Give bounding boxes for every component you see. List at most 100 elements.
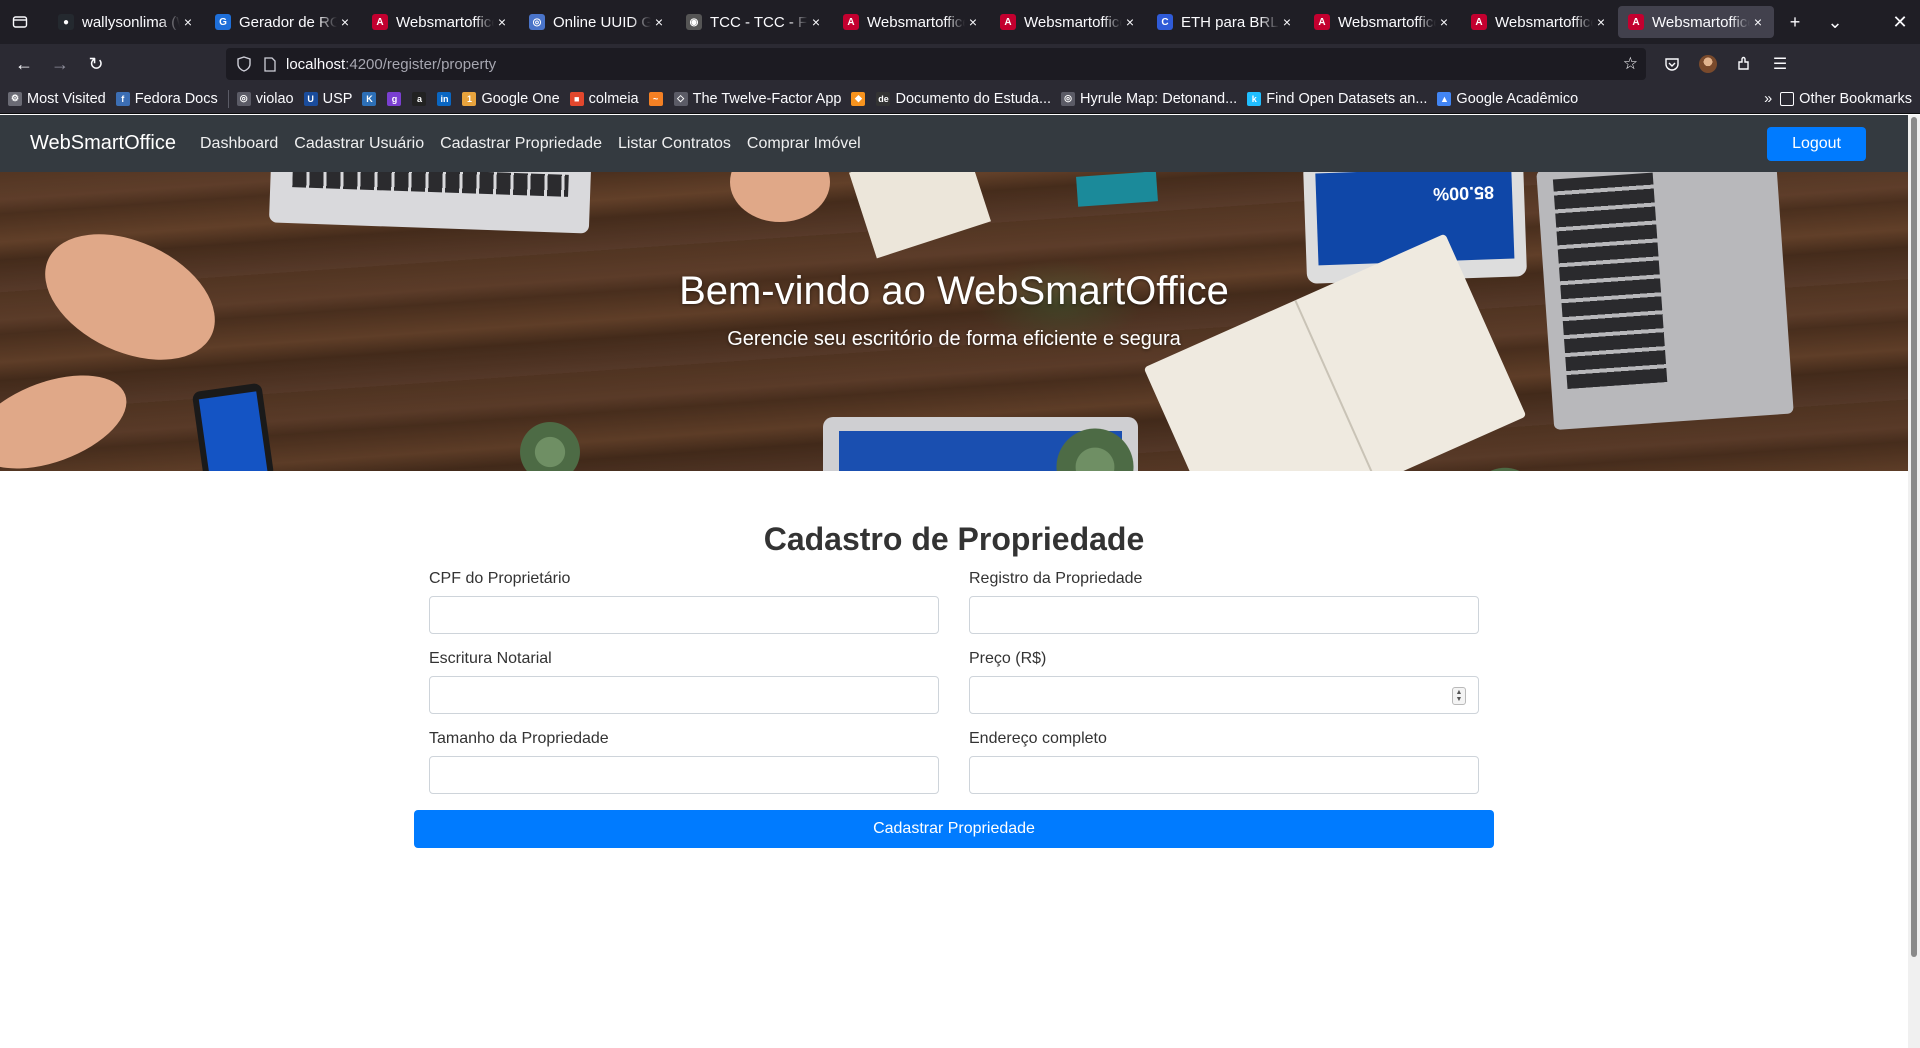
shield-icon[interactable] <box>234 54 254 74</box>
bookmark-item[interactable]: ~ <box>648 91 668 106</box>
bookmark-item[interactable]: g <box>387 91 406 106</box>
browser-tab[interactable]: ◎ Online UUID Ge × <box>519 6 675 38</box>
tab-close-icon[interactable]: × <box>1593 14 1609 30</box>
logout-button[interactable]: Logout <box>1767 126 1866 161</box>
tab-title: ETH para BRL: C <box>1181 13 1279 31</box>
bookmark-item[interactable]: de Documento do Estuda... <box>876 91 1051 107</box>
bookmark-item[interactable]: ▲ Google Acadêmico <box>1437 91 1578 107</box>
new-tab-icon[interactable]: + <box>1775 6 1815 38</box>
bookmark-favicon-icon: ◇ <box>673 91 688 106</box>
bookmark-item[interactable]: k Find Open Datasets an... <box>1247 91 1427 107</box>
hero-laptop-image <box>268 172 592 234</box>
bookmark-item[interactable]: a <box>412 91 431 106</box>
tab-favicon-icon: C <box>1157 14 1173 30</box>
back-icon[interactable]: ← <box>8 48 40 80</box>
tab-close-icon[interactable]: × <box>1436 14 1452 30</box>
tab-close-icon[interactable]: × <box>1750 14 1766 30</box>
bookmark-favicon-icon: de <box>876 91 891 106</box>
account-avatar-icon[interactable] <box>1690 48 1726 80</box>
bookmark-label: USP <box>322 90 353 107</box>
hero-text: Bem-vindo ao WebSmartOffice Gerencie seu… <box>0 269 1908 351</box>
cpf-label: CPF do Proprietário <box>429 570 571 587</box>
app-navbar: WebSmartOffice Dashboard Cadastrar Usuár… <box>0 115 1908 172</box>
nav-cadastrar-propriedade[interactable]: Cadastrar Propriedade <box>440 135 602 153</box>
tab-close-icon[interactable]: × <box>808 14 824 30</box>
browser-tab[interactable]: A Websmartoffice × <box>1618 6 1774 38</box>
page-info-icon[interactable] <box>260 54 280 74</box>
browser-tab[interactable]: G Gerador de RG × <box>205 6 361 38</box>
tab-close-icon[interactable]: × <box>651 14 667 30</box>
hero-title: Bem-vindo ao WebSmartOffice <box>679 269 1229 313</box>
extensions-icon[interactable] <box>1726 48 1762 80</box>
submit-button[interactable]: Cadastrar Propriedade <box>414 810 1494 848</box>
pocket-icon[interactable] <box>1654 48 1690 80</box>
page-scrollbar[interactable] <box>1908 115 1920 1048</box>
browser-tab[interactable]: C ETH para BRL: C× <box>1147 6 1303 38</box>
tab-close-icon[interactable]: × <box>1122 14 1138 30</box>
nav-cadastrar-usuario[interactable]: Cadastrar Usuário <box>294 135 424 153</box>
tab-title: Gerador de RG <box>239 13 337 31</box>
brand-link[interactable]: WebSmartOffice <box>30 132 176 155</box>
bookmark-favicon-icon: 1 <box>462 91 477 106</box>
browser-tab[interactable]: A Websmartoffice × <box>833 6 989 38</box>
hero-subtitle: Gerencie seu escritório de forma eficien… <box>727 328 1181 350</box>
bookmark-item[interactable]: ⚙ Most Visited <box>8 91 106 107</box>
forward-icon[interactable]: → <box>44 48 76 80</box>
browser-tab[interactable]: A Websmartoffice × <box>1304 6 1460 38</box>
endereco-input[interactable] <box>969 756 1479 794</box>
bookmark-label: Google Acadêmico <box>1456 90 1579 107</box>
tamanho-input[interactable] <box>429 756 939 794</box>
tab-close-icon[interactable]: × <box>180 14 196 30</box>
tab-list-chevron-icon[interactable]: ⌄ <box>1815 6 1855 38</box>
url-bar[interactable]: localhost:4200/register/property ☆ <box>226 48 1646 80</box>
tab-close-icon[interactable]: × <box>1279 14 1295 30</box>
property-form: Cadastro de Propriedade CPF do Proprietá… <box>414 521 1494 848</box>
bookmark-favicon-icon: ▲ <box>1437 91 1452 106</box>
browser-tab[interactable]: ◉ TCC - TCC - Fro× <box>676 6 832 38</box>
menu-hamburger-icon[interactable]: ☰ <box>1762 48 1798 80</box>
nav-comprar-imovel[interactable]: Comprar Imóvel <box>747 135 861 153</box>
bookmark-item[interactable]: ◎ Hyrule Map: Detonand... <box>1061 91 1237 107</box>
browser-tab[interactable]: A Websmartoffice × <box>1461 6 1617 38</box>
bookmark-label: Fedora Docs <box>134 90 218 107</box>
bookmark-item[interactable]: K <box>362 91 381 106</box>
bookmark-item[interactable]: f Fedora Docs <box>115 90 218 107</box>
tab-favicon-icon: ◎ <box>529 14 545 30</box>
bookmark-item[interactable]: U USP <box>303 90 353 107</box>
other-bookmarks-label: Other Bookmarks <box>1799 90 1912 107</box>
window-close-icon[interactable]: ✕ <box>1880 6 1920 38</box>
nav-dashboard[interactable]: Dashboard <box>200 135 278 153</box>
registro-input[interactable] <box>969 596 1479 634</box>
bookmarks-overflow-icon[interactable]: » <box>1764 91 1772 107</box>
bookmark-item[interactable]: in <box>437 91 456 106</box>
number-spinner-icon[interactable]: ▲ ▼ <box>1452 687 1466 705</box>
bookmark-item[interactable]: ◆ <box>851 91 870 106</box>
tab-close-icon[interactable]: × <box>494 14 510 30</box>
bookmark-item[interactable]: ◎ violao <box>236 90 294 107</box>
bookmarks-bar: ⚙ Most Visited f Fedora Docs ◎ violao U USP Kg a i… <box>0 84 1920 114</box>
hero-notebook-image <box>1076 172 1158 207</box>
url-path: :4200/register/property <box>345 55 497 73</box>
bookmark-item[interactable]: 1 Google One <box>462 91 560 107</box>
cpf-input[interactable] <box>429 596 939 634</box>
tab-close-icon[interactable]: × <box>337 14 353 30</box>
nav-listar-contratos[interactable]: Listar Contratos <box>618 135 731 153</box>
tab-close-icon[interactable]: × <box>965 14 981 30</box>
bookmark-item[interactable]: ■ colmeia <box>569 91 639 107</box>
escritura-input[interactable] <box>429 676 939 714</box>
firefox-view-icon[interactable] <box>8 10 32 34</box>
bookmark-label: violao <box>255 90 294 107</box>
reload-icon[interactable]: ↻ <box>80 48 112 80</box>
other-bookmarks-folder[interactable]: Other Bookmarks <box>1780 91 1912 107</box>
bookmark-item[interactable]: ◇ The Twelve-Factor App <box>673 91 841 107</box>
browser-tab-bar: ● wallysonlima (W × G Gerador de RG × A Websmar… <box>0 0 1920 44</box>
bookmark-favicon-icon: k <box>1247 91 1262 106</box>
bookmark-favicon-icon: ◎ <box>236 91 251 106</box>
browser-tab[interactable]: A Websmartoffice × <box>990 6 1146 38</box>
browser-tab[interactable]: A Websmartoffice × <box>362 6 518 38</box>
bookmark-star-icon[interactable]: ☆ <box>1623 54 1638 74</box>
browser-tab[interactable]: ● wallysonlima (W × <box>48 6 204 38</box>
bookmark-favicon-icon: a <box>412 91 427 106</box>
scrollbar-thumb[interactable] <box>1911 117 1917 957</box>
preco-input[interactable]: ▲ ▼ <box>969 676 1479 714</box>
